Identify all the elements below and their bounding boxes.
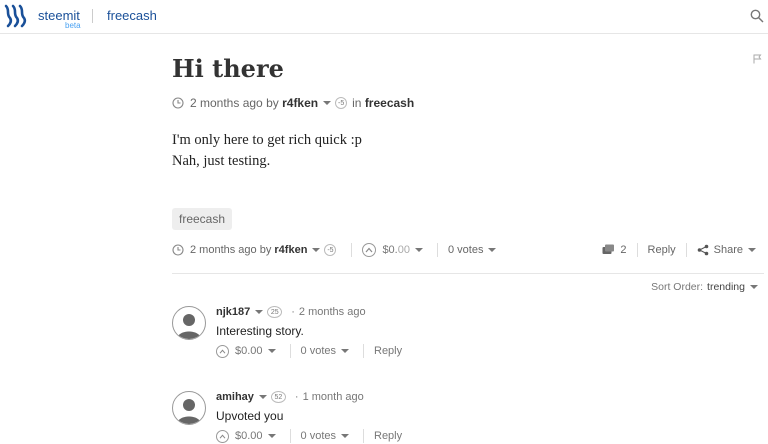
chevron-down-icon[interactable]: [341, 349, 349, 353]
header-topic-link[interactable]: freecash: [107, 8, 157, 23]
post-body-line: I'm only here to get rich quick :p: [172, 132, 362, 148]
avatar[interactable]: [172, 306, 206, 340]
author-reputation-badge: 52: [270, 391, 286, 403]
divider: [436, 243, 438, 257]
post-category-link[interactable]: freecash: [365, 96, 414, 110]
top-bar: steemit beta freecash: [0, 0, 768, 34]
payout-value[interactable]: $0.00: [382, 244, 410, 256]
reply-button[interactable]: Reply: [648, 244, 676, 256]
comment-actions: $0.00 0 votes Reply: [216, 344, 402, 358]
post-title: Hi there: [172, 54, 284, 83]
divider: [289, 429, 291, 443]
comment-text: Interesting story.: [216, 324, 304, 338]
post-body: I'm only here to get rich quick :p Nah, …: [172, 130, 362, 172]
divider: [289, 344, 291, 358]
footer-author[interactable]: r4fken: [274, 244, 307, 256]
post-time[interactable]: 2 months ago: [190, 96, 263, 110]
chevron-down-icon[interactable]: [748, 248, 756, 252]
divider: [685, 243, 687, 257]
steemit-logo-icon[interactable]: [4, 4, 28, 28]
comment-actions: $0.00 0 votes Reply: [216, 429, 402, 443]
share-button[interactable]: Share: [714, 244, 743, 256]
chevron-down-icon[interactable]: [312, 248, 321, 252]
by-label: by: [266, 96, 279, 110]
user-silhouette-icon: [177, 314, 201, 339]
comments-icon[interactable]: [602, 244, 615, 256]
beta-label: beta: [65, 21, 81, 30]
divider: [636, 243, 638, 257]
comment: amihay 52 · 1 month ago Upvoted you $0.0…: [172, 391, 764, 443]
chevron-up-icon: [219, 433, 226, 438]
post-right-actions: 2 Reply Share: [602, 240, 760, 260]
chevron-down-icon[interactable]: [750, 285, 758, 289]
clock-icon: [172, 244, 184, 256]
chevron-down-icon[interactable]: [341, 434, 349, 438]
payout-value[interactable]: $0.00: [235, 345, 263, 357]
search-icon[interactable]: [750, 9, 764, 23]
comment-header: njk187 25 · 2 months ago: [216, 306, 366, 318]
payout-value[interactable]: $0.00: [235, 430, 263, 442]
chevron-down-icon[interactable]: [323, 101, 332, 105]
votes-count[interactable]: 0 votes: [301, 345, 336, 357]
chevron-down-icon[interactable]: [267, 434, 276, 438]
section-divider: [172, 273, 764, 274]
sort-order-label: Sort Order:: [651, 281, 704, 293]
avatar[interactable]: [172, 391, 206, 425]
comment-count[interactable]: 2: [620, 244, 626, 256]
post-author[interactable]: r4fken: [282, 96, 318, 110]
comment-author[interactable]: njk187: [216, 306, 250, 318]
upvote-button[interactable]: [216, 429, 229, 443]
post-meta: 2 months ago by r4fken -5 in freecash: [172, 96, 414, 110]
upvote-button[interactable]: [216, 344, 229, 358]
footer-time[interactable]: 2 months ago: [190, 244, 257, 256]
votes-count[interactable]: 0 votes: [448, 244, 483, 256]
dot-separator: ·: [291, 306, 295, 318]
chevron-down-icon[interactable]: [255, 310, 264, 314]
flag-icon[interactable]: [753, 54, 762, 64]
chevron-up-icon: [365, 247, 373, 253]
header-divider: [92, 9, 93, 23]
sort-order-value[interactable]: trending: [707, 281, 745, 293]
reply-button[interactable]: Reply: [374, 430, 402, 442]
chevron-down-icon[interactable]: [414, 248, 423, 252]
comment-time[interactable]: 1 month ago: [303, 391, 364, 403]
reply-button[interactable]: Reply: [374, 345, 402, 357]
dot-separator: ·: [294, 391, 299, 403]
comment-header: amihay 52 · 1 month ago: [216, 391, 364, 403]
post-footer-actions: 2 months ago by r4fken -5 $0.00 0 votes …: [172, 240, 764, 260]
chevron-down-icon[interactable]: [488, 248, 497, 252]
sort-order-control[interactable]: Sort Order: trending: [651, 281, 762, 293]
votes-count[interactable]: 0 votes: [301, 430, 336, 442]
divider: [351, 243, 353, 257]
chevron-up-icon: [219, 348, 226, 353]
user-silhouette-icon: [177, 399, 201, 424]
payout-dollars: $0.: [382, 244, 398, 256]
in-label: in: [352, 96, 362, 110]
divider: [363, 344, 364, 358]
comment-time[interactable]: 2 months ago: [299, 306, 366, 318]
chevron-down-icon[interactable]: [267, 349, 276, 353]
chevron-down-icon[interactable]: [258, 395, 267, 399]
clock-icon: [172, 97, 184, 109]
author-reputation-badge: 25: [267, 306, 283, 318]
post-tag[interactable]: freecash: [172, 208, 233, 230]
by-label: by: [259, 244, 272, 256]
upvote-button[interactable]: [362, 243, 377, 257]
comment-author[interactable]: amihay: [216, 391, 254, 403]
comment-text: Upvoted you: [216, 409, 284, 423]
author-reputation-badge: -5: [335, 97, 348, 109]
share-icon[interactable]: [697, 244, 709, 256]
divider: [363, 429, 364, 443]
comment: njk187 25 · 2 months ago Interesting sto…: [172, 306, 764, 358]
author-reputation-badge: -5: [324, 244, 337, 256]
post-body-line: Nah, just testing.: [172, 153, 271, 169]
payout-cents: 00: [397, 244, 410, 256]
